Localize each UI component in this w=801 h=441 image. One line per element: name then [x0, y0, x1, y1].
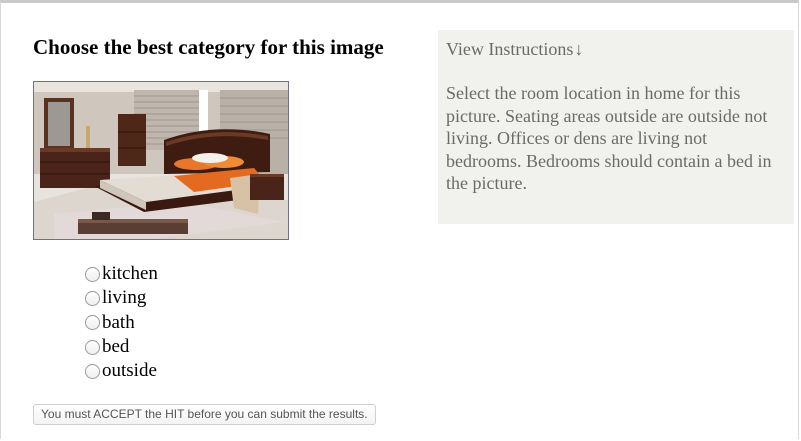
radio-button[interactable]: [85, 315, 100, 331]
option-outside[interactable]: outside: [85, 359, 158, 383]
instructions-panel: View Instructions↓ Select the room locat…: [438, 30, 794, 224]
option-bath[interactable]: bath: [85, 311, 158, 335]
radio-button[interactable]: [85, 266, 100, 282]
option-living[interactable]: living: [85, 286, 158, 310]
page-title: Choose the best category for this image: [33, 35, 384, 59]
view-instructions-label: View Instructions: [446, 39, 574, 59]
submit-disabled-button: You must ACCEPT the HIT before you can s…: [33, 404, 376, 425]
bedroom-photo: [33, 81, 289, 240]
instructions-text: Select the room location in home for thi…: [446, 83, 772, 193]
hit-window: Choose the best category for this image: [0, 0, 799, 439]
option-kitchen[interactable]: kitchen: [85, 262, 158, 286]
option-bed[interactable]: bed: [85, 335, 158, 359]
option-label: bed: [102, 336, 130, 358]
radio-button[interactable]: [85, 363, 100, 379]
view-instructions-toggle[interactable]: View Instructions↓: [446, 39, 583, 60]
option-label: living: [102, 287, 147, 309]
option-label: kitchen: [102, 263, 158, 285]
option-label: bath: [102, 311, 135, 333]
radio-button[interactable]: [85, 290, 100, 306]
category-options: kitchen living bath bed outside: [85, 262, 158, 383]
option-label: outside: [102, 360, 157, 382]
radio-button[interactable]: [85, 339, 100, 355]
bedroom-photo-illustration: [34, 82, 288, 239]
arrow-down-icon: ↓: [574, 39, 584, 59]
